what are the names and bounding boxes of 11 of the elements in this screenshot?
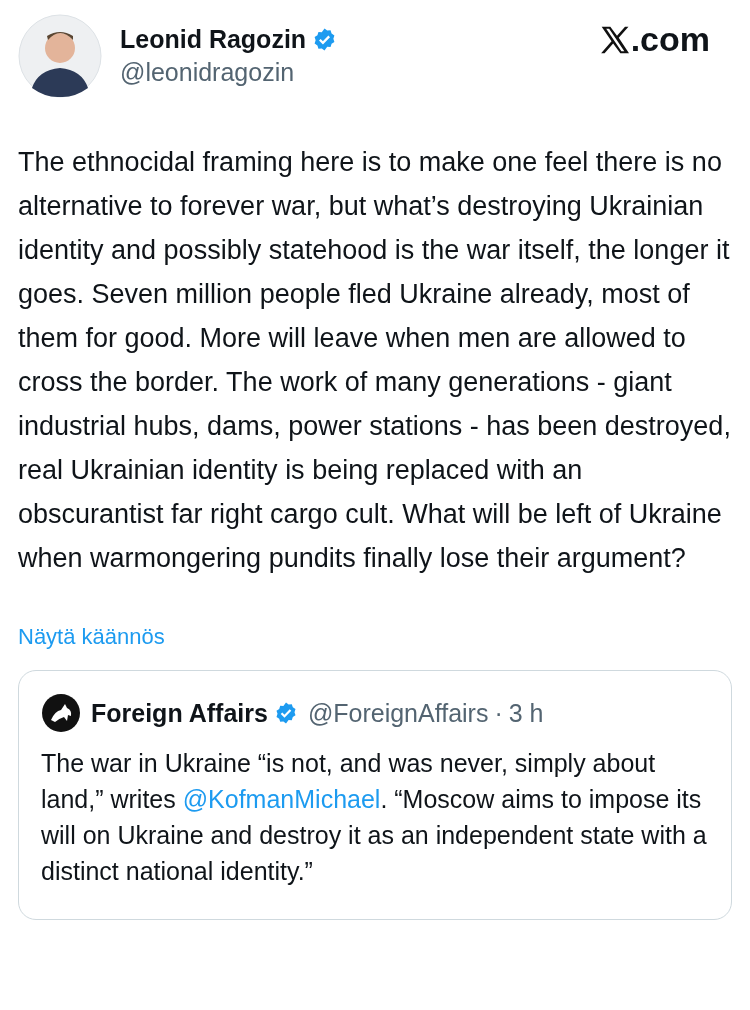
- tweet-text: The ethnocidal framing here is to make one feel there is no alternative to forever war, but what’s destroying Ukrainian identity and possibly statehood is the war itself, the longer it goes. Seven million people fled Ukraine already, most of them for good. More will leave when men are allowed to cross the border. The work of many generations - giant industrial hubs, dams, power stations - has been destroyed, real Ukrainian identity is being replaced with an obscurantist far right cargo cult. What will be left of Ukraine when warmongering pundits finally lose their argument?: [18, 146, 732, 575]
- quoted-author-handle: @ForeignAffairs: [307, 698, 489, 728]
- quoted-tweet-text: The war in Ukraine “is not, and was never, simply about land,” writes @KofmanMichael. “Moscow aims to impose its will on Ukraine and destroy it as an independent state with a distinct national identity.”: [41, 748, 708, 887]
- site-label: .com: [630, 22, 710, 56]
- quoted-tweet-card[interactable]: [18, 670, 732, 920]
- author-name[interactable]: Leonid Ragozin: [120, 25, 307, 54]
- avatar[interactable]: [18, 14, 102, 98]
- post-time: 3 h: [508, 698, 544, 728]
- separator-dot: ·: [494, 698, 503, 728]
- quoted-author-name[interactable]: Foreign Affairs: [91, 698, 268, 728]
- author-handle[interactable]: @leonidragozin: [120, 58, 581, 87]
